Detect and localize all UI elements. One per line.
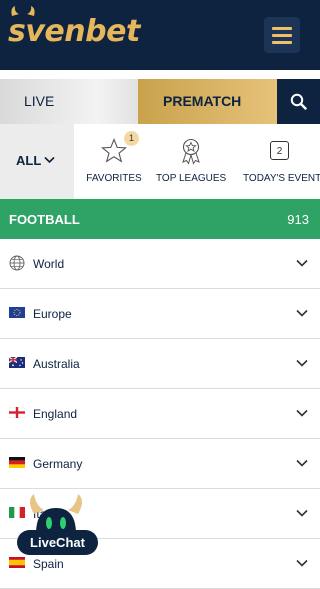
globe-icon	[9, 255, 25, 271]
mode-tabs: LIVE PREMATCH	[0, 79, 320, 124]
horns-icon	[11, 6, 35, 16]
australia-flag-icon	[9, 357, 25, 368]
filter-favorites[interactable]: 1 FAVORITES	[84, 124, 144, 199]
region-name: Australia	[33, 357, 80, 371]
search-icon	[290, 93, 307, 110]
england-flag-icon	[9, 407, 25, 418]
eu-flag-icon	[9, 307, 25, 318]
todays-events-label: TODAY'S EVENTS	[243, 173, 320, 184]
region-name: Europe	[33, 307, 72, 321]
app-header: svenbet	[0, 0, 320, 70]
hamburger-menu-button[interactable]	[264, 17, 300, 53]
menu-line	[272, 41, 292, 44]
logo-text: svenbet	[8, 14, 140, 49]
filter-bar: ALL 1 FAVORITES TOP LEAGUES 2 TODAY'S EV…	[0, 124, 320, 200]
tab-live[interactable]: LIVE	[0, 79, 138, 124]
region-row-world[interactable]: World	[0, 239, 320, 289]
chevron-down-icon	[296, 259, 308, 267]
search-button[interactable]	[277, 79, 320, 124]
filter-top-leagues[interactable]: TOP LEAGUES	[156, 124, 226, 199]
favorites-count-badge: 1	[124, 131, 139, 146]
filter-todays-events[interactable]: 2 TODAY'S EVENTS	[240, 124, 320, 199]
filter-all-dropdown[interactable]: ALL	[0, 124, 74, 199]
todays-events-count-box: 2	[270, 141, 289, 160]
sport-name: FOOTBALL	[9, 212, 80, 227]
favorites-label: FAVORITES	[86, 173, 142, 184]
germany-flag-icon	[9, 457, 25, 468]
chevron-down-icon	[44, 156, 55, 164]
chevron-down-icon	[296, 509, 308, 517]
region-row-england[interactable]: England	[0, 389, 320, 439]
region-row-germany[interactable]: Germany	[0, 439, 320, 489]
star-icon	[101, 138, 127, 163]
livechat-label: LiveChat	[17, 530, 98, 555]
tab-prematch[interactable]: PREMATCH	[138, 79, 277, 124]
menu-line	[272, 34, 292, 37]
livechat-widget[interactable]: LiveChat	[10, 492, 100, 558]
svenbet-logo[interactable]: svenbet	[8, 6, 140, 49]
chevron-down-icon	[296, 459, 308, 467]
region-name: Germany	[33, 457, 83, 471]
region-row-europe[interactable]: Europe	[0, 289, 320, 339]
region-row-australia[interactable]: Australia	[0, 339, 320, 389]
chevron-down-icon	[296, 409, 308, 417]
top-leagues-label: TOP LEAGUES	[156, 173, 227, 184]
filter-all-label: ALL	[16, 153, 42, 168]
region-name: World	[33, 257, 65, 271]
menu-line	[272, 27, 292, 30]
chevron-down-icon	[296, 559, 308, 567]
region-name: England	[33, 407, 78, 421]
chevron-down-icon	[296, 359, 308, 367]
sport-event-count: 913	[287, 212, 309, 227]
spain-flag-icon	[9, 557, 25, 568]
sport-header-football[interactable]: FOOTBALL 913	[0, 199, 320, 239]
award-ribbon-icon	[182, 138, 200, 165]
chevron-down-icon	[296, 309, 308, 317]
